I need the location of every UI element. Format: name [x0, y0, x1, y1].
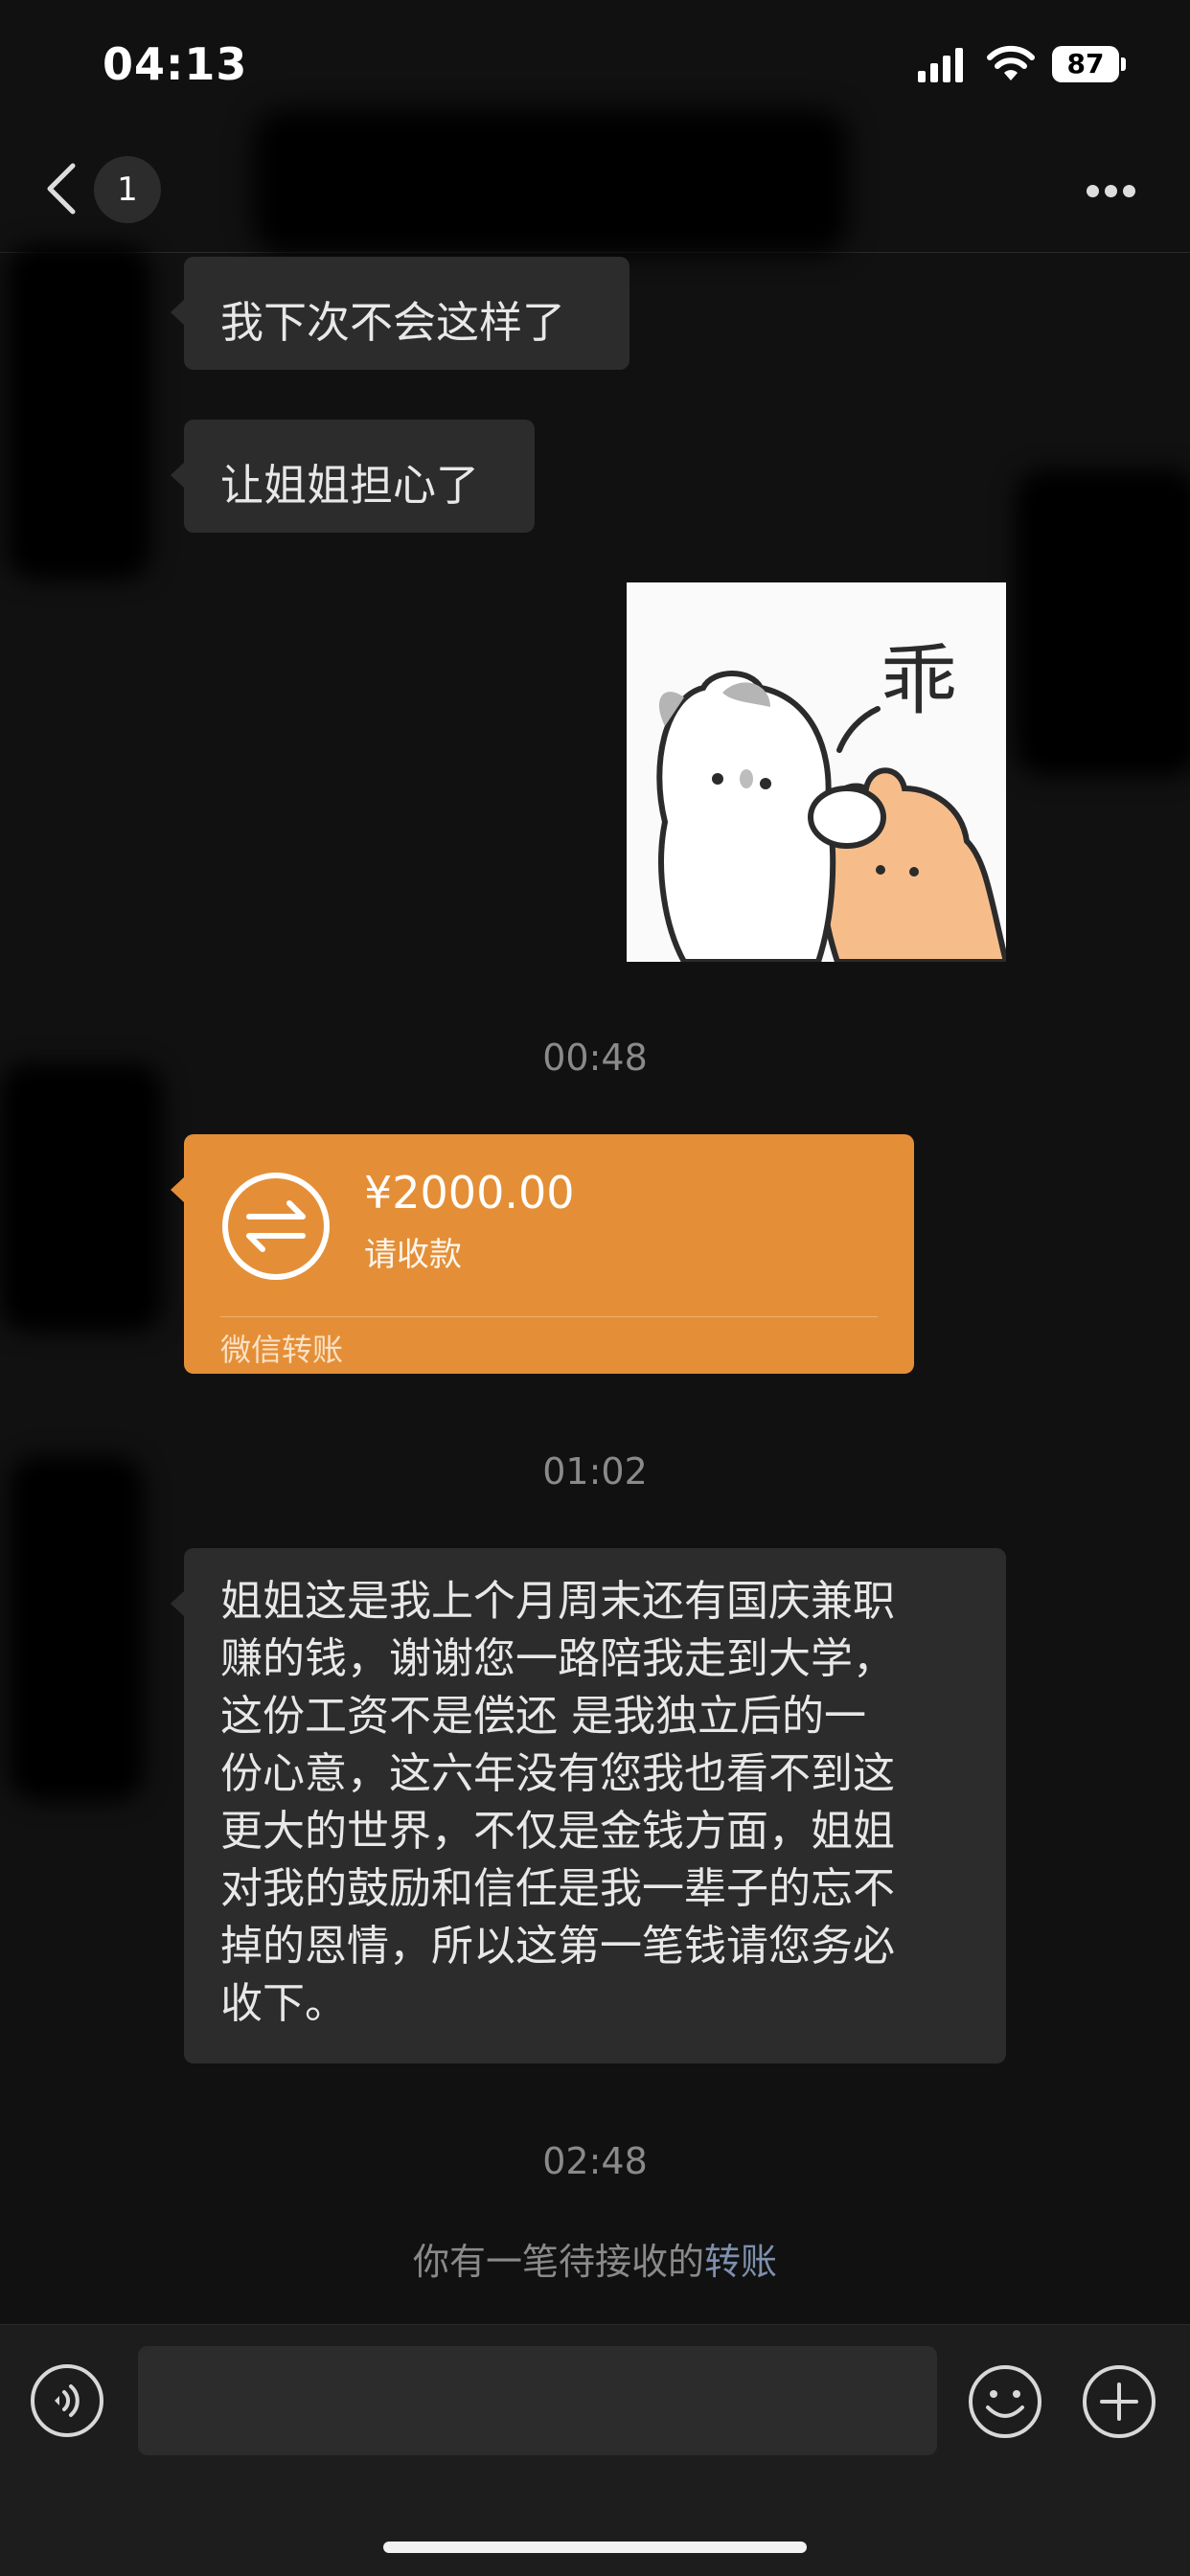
transfer-status: 请收款: [364, 1236, 462, 1274]
chevron-left-icon[interactable]: [42, 160, 80, 217]
chat-header: 1: [0, 110, 1190, 254]
redacted-contact-name: [254, 110, 848, 254]
input-bar: [0, 2324, 1190, 2576]
message-line: 收下。: [220, 1979, 347, 2028]
wifi-icon: [987, 45, 1035, 80]
system-notice: 你有一笔待接收的转账: [0, 2232, 1190, 2285]
transfer-source-label: 微信转账: [220, 1332, 344, 1368]
message-line: 掉的恩情，所以这第一笔钱请您务必: [220, 1922, 895, 1971]
timestamp: 00:48: [542, 1037, 648, 1079]
message-line: 对我的鼓励和信任是我一辈子的忘不: [220, 1864, 895, 1913]
transfer-link[interactable]: 转账: [704, 2241, 777, 2283]
battery-level: 87: [1066, 48, 1105, 80]
redacted-avatar: [10, 1456, 144, 1801]
message-line: 赚的钱，谢谢您一路陪我走到大学，: [220, 1634, 895, 1683]
redacted-avatar: [1016, 469, 1190, 776]
message-text: 我下次不会这样了: [220, 297, 566, 348]
sticker-caption: 乖: [881, 636, 957, 725]
redacted-avatar: [8, 244, 151, 580]
timestamp: 02:48: [542, 2140, 648, 2182]
message-text: 让姐姐担心了: [220, 460, 480, 511]
sticker-image[interactable]: 乖: [627, 582, 1006, 962]
plus-circle-icon[interactable]: [1081, 2363, 1157, 2440]
battery-icon: 87: [1052, 46, 1127, 84]
status-time: 04:13: [103, 38, 248, 90]
transfer-icon: [222, 1173, 330, 1280]
emoji-icon[interactable]: [967, 2363, 1043, 2440]
timestamp: 01:02: [542, 1450, 648, 1493]
cellular-signal-icon: [918, 48, 963, 82]
transfer-card[interactable]: ¥2000.00 请收款 微信转账: [171, 1134, 914, 1374]
unread-count-badge[interactable]: 1: [94, 156, 161, 223]
message-bubble[interactable]: 我下次不会这样了: [171, 257, 629, 370]
message-bubble[interactable]: 姐姐这是我上个月周末还有国庆兼职 赚的钱，谢谢您一路陪我走到大学， 这份工资不是…: [171, 1548, 1006, 2063]
message-line: 姐姐这是我上个月周末还有国庆兼职: [220, 1577, 895, 1626]
transfer-amount: ¥2000.00: [364, 1167, 575, 1219]
message-line: 更大的世界，不仅是金钱方面，姐姐: [220, 1807, 895, 1856]
home-indicator: [383, 2542, 807, 2553]
message-input[interactable]: [138, 2346, 937, 2455]
redacted-avatar: [0, 1063, 163, 1332]
message-bubble[interactable]: 让姐姐担心了: [171, 420, 535, 533]
more-horizontal-icon[interactable]: [1087, 185, 1136, 198]
message-line: 这份工资不是偿还 是我独立后的一: [220, 1692, 866, 1741]
message-line: 份心意，这六年没有您我也看不到这: [220, 1749, 895, 1798]
divider: [220, 1316, 878, 1317]
message-text: 姐姐这是我上个月周末还有国庆兼职 赚的钱，谢谢您一路陪我走到大学， 这份工资不是…: [220, 1573, 977, 2033]
voice-icon[interactable]: [30, 2363, 104, 2438]
sticker-illustration: 乖: [627, 582, 1006, 962]
notice-text: 你有一笔待接收的: [412, 2241, 704, 2283]
